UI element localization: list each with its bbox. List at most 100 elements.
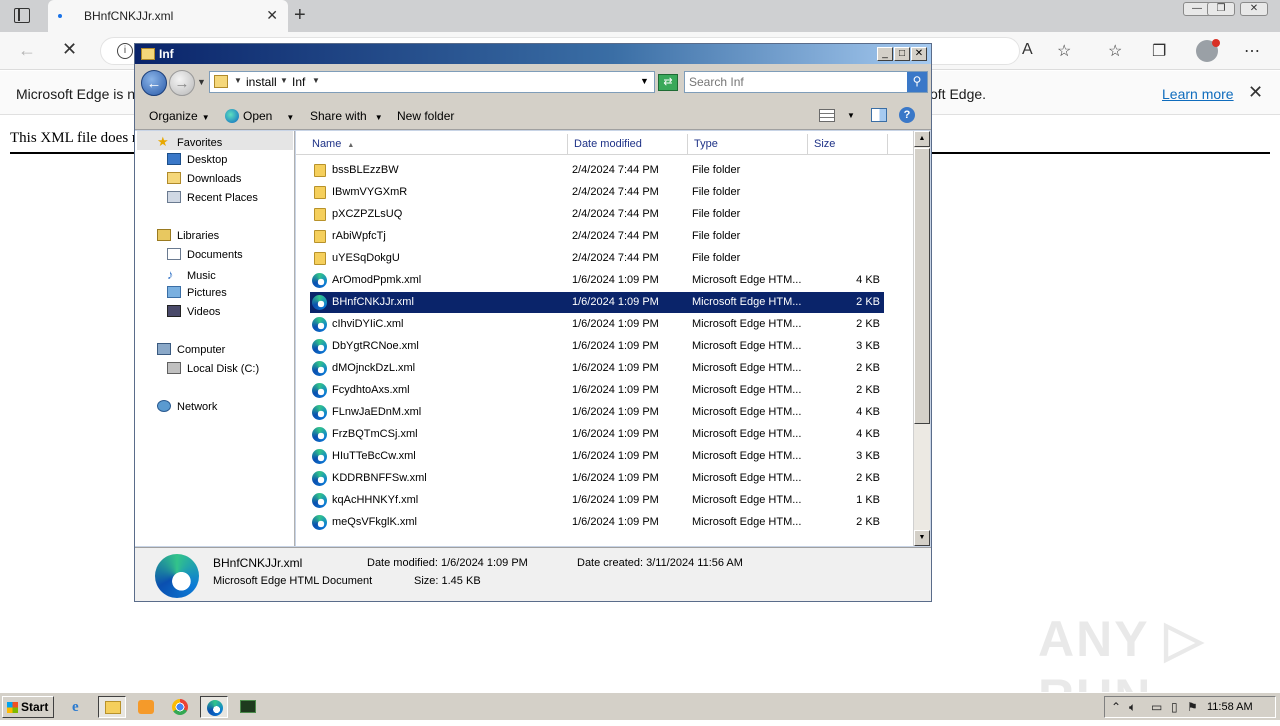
new-folder-button[interactable]: New folder — [397, 109, 454, 123]
file-row[interactable]: FrzBQTmCSj.xml 1/6/2024 1:09 PM Microsoft … — [310, 424, 884, 445]
learn-more-link[interactable]: Learn more — [1162, 86, 1234, 102]
power-icon[interactable]: ▯ — [1171, 700, 1178, 714]
action-center-flag-icon[interactable]: ⚑ — [1187, 700, 1198, 714]
taskbar-clock[interactable]: 11:58 AM — [1207, 701, 1253, 713]
file-row[interactable]: KDDRBNFFSw.xml 1/6/2024 1:09 PM Microsoft … — [310, 468, 884, 489]
organize-button[interactable]: Organize ▼ — [149, 109, 210, 123]
nav-music[interactable]: ♪ Music — [167, 267, 216, 282]
restore-button[interactable]: ❐ — [1207, 2, 1235, 16]
nav-network[interactable]: Network — [157, 400, 217, 413]
share-with-button[interactable]: Share with ▼ — [310, 109, 383, 123]
nav-favorites[interactable]: ★ Favorites — [157, 134, 222, 150]
more-menu-icon[interactable]: ⋯ — [1244, 41, 1260, 61]
nav-local-disk[interactable]: Local Disk (C:) — [167, 362, 259, 375]
column-name[interactable]: Name ▲ — [306, 134, 568, 155]
chevron-down-icon[interactable]: ▼ — [312, 76, 320, 85]
explorer-maximize-button[interactable]: □ — [894, 47, 910, 61]
browser-tab[interactable]: BHnfCNKJJr.xml ✕ — [48, 0, 288, 32]
file-row[interactable]: kqAcHHNKYf.xml 1/6/2024 1:09 PM Microsoft … — [310, 490, 884, 511]
file-row[interactable]: bssBLEzzBW 2/4/2024 7:44 PM File folder — [310, 160, 884, 181]
scroll-down-icon[interactable]: ▼ — [914, 530, 930, 546]
nav-computer[interactable]: Computer — [157, 343, 225, 356]
profile-avatar[interactable] — [1196, 39, 1220, 62]
volume-icon[interactable]: 🔈︎ — [1129, 700, 1136, 715]
taskbar-media-player[interactable] — [132, 696, 160, 718]
infobar-close-icon[interactable]: ✕ — [1248, 82, 1263, 103]
breadcrumb-install[interactable]: install — [246, 75, 277, 89]
address-dropdown-icon[interactable]: ▼ — [640, 76, 649, 86]
file-date-modified: 2/4/2024 7:44 PM — [572, 208, 659, 220]
explorer-titlebar[interactable]: Inf _ □ ✕ — [135, 44, 931, 64]
file-row[interactable]: meQsVFkglK.xml 1/6/2024 1:09 PM Microsoft … — [310, 512, 884, 533]
nav-videos[interactable]: Videos — [167, 305, 220, 318]
network-tray-icon[interactable]: ▭ — [1151, 700, 1162, 714]
collections-icon[interactable]: ❐ — [1152, 41, 1166, 61]
file-row[interactable]: DbYgtRCNoe.xml 1/6/2024 1:09 PM Microsoft … — [310, 336, 884, 357]
file-row[interactable]: pXCZPZLsUQ 2/4/2024 7:44 PM File folder — [310, 204, 884, 225]
taskbar-edge[interactable] — [200, 696, 228, 718]
explorer-close-button[interactable]: ✕ — [911, 47, 927, 61]
new-tab-button[interactable]: + — [294, 4, 306, 27]
tab-close-button[interactable]: ✕ — [266, 7, 278, 24]
column-type[interactable]: Type — [688, 134, 808, 155]
file-date-modified: 1/6/2024 1:09 PM — [572, 340, 659, 352]
recent-pages-chevron-icon[interactable]: ▼ — [197, 77, 206, 87]
edge-document-icon — [312, 273, 327, 288]
help-icon[interactable]: ? — [899, 107, 915, 123]
chevron-down-icon[interactable]: ▼ — [234, 76, 242, 85]
file-row[interactable]: HIuTTeBcCw.xml 1/6/2024 1:09 PM Microsoft … — [310, 446, 884, 467]
chevron-down-icon[interactable]: ▼ — [847, 111, 855, 120]
address-breadcrumb[interactable]: ▼ install ▼ Inf ▼ ▼ — [209, 71, 655, 93]
change-view-icon[interactable] — [819, 109, 835, 122]
column-size[interactable]: Size — [808, 134, 888, 155]
nav-recent-places[interactable]: Recent Places — [167, 191, 258, 204]
file-row[interactable]: ArOmodPpmk.xml 1/6/2024 1:09 PM Microsoft … — [310, 270, 884, 291]
column-date-modified[interactable]: Date modified — [568, 134, 688, 155]
nav-desktop[interactable]: Desktop — [167, 153, 227, 166]
stop-loading-icon[interactable]: ✕ — [62, 39, 77, 60]
file-row[interactable]: IBwmVYGXmR 2/4/2024 7:44 PM File folder — [310, 182, 884, 203]
tray-expand-icon[interactable]: ⌃ — [1111, 700, 1121, 714]
start-button[interactable]: Start — [2, 696, 54, 718]
file-row[interactable]: cIhviDYIiC.xml 1/6/2024 1:09 PM Microsoft … — [310, 314, 884, 335]
search-icon[interactable]: ⚲ — [907, 72, 927, 92]
file-row[interactable]: FcydhtoAxs.xml 1/6/2024 1:09 PM Microsoft … — [310, 380, 884, 401]
file-row[interactable]: dMOjnckDzL.xml 1/6/2024 1:09 PM Microsoft … — [310, 358, 884, 379]
nav-documents[interactable]: Documents — [167, 248, 243, 261]
explorer-minimize-button[interactable]: _ — [877, 47, 893, 61]
file-type: Microsoft Edge HTM... — [692, 428, 802, 440]
libraries-icon — [157, 229, 171, 241]
scroll-thumb[interactable] — [914, 148, 930, 424]
back-arrow-icon[interactable]: ← — [141, 70, 167, 96]
taskbar-explorer[interactable] — [98, 696, 126, 718]
scroll-up-icon[interactable]: ▲ — [914, 131, 930, 147]
file-row[interactable]: uYESqDokgU 2/4/2024 7:44 PM File folder — [310, 248, 884, 269]
read-aloud-icon[interactable]: A — [1022, 41, 1033, 59]
search-field[interactable]: ⚲ — [684, 71, 928, 93]
taskbar-terminal[interactable] — [234, 696, 262, 718]
chevron-down-icon[interactable]: ▼ — [280, 76, 288, 85]
tab-actions-button[interactable] — [14, 8, 30, 23]
nav-downloads[interactable]: Downloads — [167, 172, 241, 185]
close-window-button[interactable]: ✕ — [1240, 2, 1268, 16]
taskbar-internet-explorer[interactable]: e — [66, 696, 94, 718]
file-row[interactable]: FLnwJaEDnM.xml 1/6/2024 1:09 PM Microsoft … — [310, 402, 884, 423]
add-favorite-icon[interactable]: ☆ — [1057, 41, 1071, 61]
nav-libraries[interactable]: Libraries — [157, 229, 219, 242]
back-arrow-icon[interactable]: ← — [18, 40, 36, 61]
details-date-modified: Date modified: 1/6/2024 1:09 PM — [367, 557, 528, 569]
search-input[interactable] — [689, 74, 903, 90]
open-button[interactable]: Open ▼ — [225, 109, 294, 123]
forward-arrow-icon[interactable]: → — [169, 70, 195, 96]
site-info-icon[interactable]: i — [117, 43, 133, 59]
taskbar-chrome[interactable] — [166, 696, 194, 718]
refresh-icon[interactable]: ⇄ — [658, 74, 678, 91]
favorites-icon[interactable]: ☆ — [1108, 41, 1122, 61]
file-row[interactable]: BHnfCNKJJr.xml 1/6/2024 1:09 PM Microsoft … — [310, 292, 884, 313]
preview-pane-icon[interactable] — [871, 108, 887, 122]
breadcrumb-inf[interactable]: Inf — [292, 75, 305, 89]
file-row[interactable]: rAbiWpfcTj 2/4/2024 7:44 PM File folder — [310, 226, 884, 247]
vertical-scrollbar[interactable]: ▲ ▼ — [913, 131, 930, 546]
nav-pictures[interactable]: Pictures — [167, 286, 227, 299]
terminal-icon — [240, 700, 256, 713]
